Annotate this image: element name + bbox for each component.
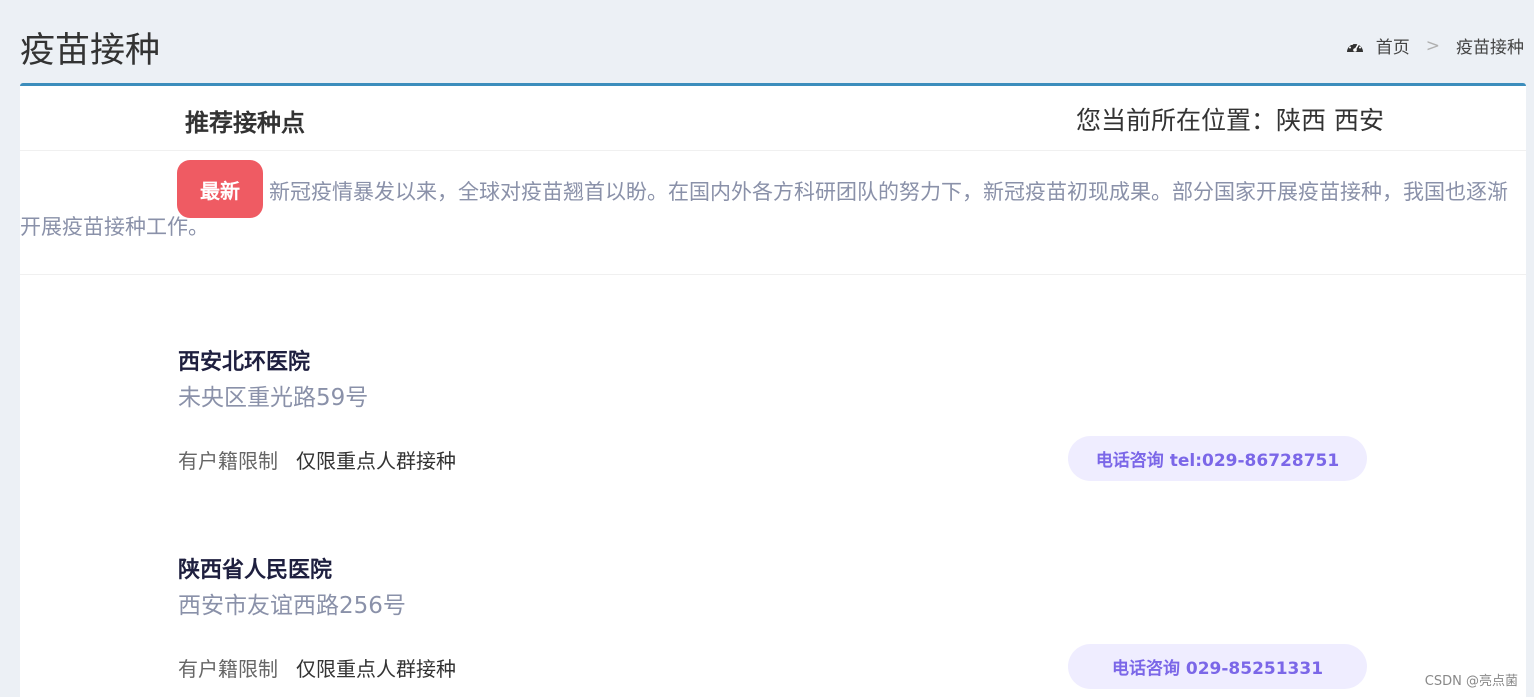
breadcrumb-home-label: 首页 [1375, 38, 1410, 58]
breadcrumb-current: 疫苗接种 [1456, 38, 1524, 58]
panel-header: 推荐接种点 您当前所在位置：陕西 西安 [20, 86, 1526, 151]
watermark: CSDN @亮点菌 [1424, 674, 1518, 689]
current-location: 您当前所在位置：陕西 西安 [1076, 106, 1384, 135]
breadcrumb-separator: > [1425, 35, 1440, 56]
page-title: 疫苗接种 [20, 31, 161, 71]
site-address: 西安市友谊西路256号 [178, 593, 406, 619]
site-restriction: 有户籍限制 仅限重点人群接种 [178, 445, 456, 474]
phone-consult-button[interactable]: 电话咨询 029-85251331 [1068, 644, 1367, 689]
phone-consult-button[interactable]: 电话咨询 tel:029-86728751 [1068, 436, 1367, 481]
panel-title: 推荐接种点 [185, 109, 305, 137]
dashboard-icon [1346, 42, 1363, 52]
vaccination-site: 陕西省人民医院 西安市友谊西路256号 有户籍限制 仅限重点人群接种 电话咨询 … [178, 552, 1378, 689]
restriction-value: 仅限重点人群接种 [296, 657, 456, 681]
restriction-value: 仅限重点人群接种 [296, 449, 456, 473]
news-notice: 新冠疫情暴发以来，全球对疫苗翘首以盼。在国内外各方科研团队的努力下，新冠疫苗初现… [20, 151, 1526, 275]
breadcrumb-home-link[interactable]: 首页 [1346, 33, 1410, 58]
vaccination-site: 西安北环医院 未央区重光路59号 有户籍限制 仅限重点人群接种 电话咨询 tel… [178, 344, 1378, 481]
site-address: 未央区重光路59号 [178, 385, 369, 411]
breadcrumb: 首页 > 疫苗接种 [1346, 33, 1524, 58]
site-name: 陕西省人民医院 [178, 558, 333, 583]
restriction-label: 有户籍限制 [178, 657, 278, 681]
recommended-sites-panel: 推荐接种点 您当前所在位置：陕西 西安 新冠疫情暴发以来，全球对疫苗翘首以盼。在… [20, 83, 1526, 697]
restriction-label: 有户籍限制 [178, 449, 278, 473]
site-name: 西安北环医院 [178, 350, 311, 375]
site-restriction: 有户籍限制 仅限重点人群接种 [178, 653, 456, 682]
new-badge: 最新 [177, 160, 263, 218]
